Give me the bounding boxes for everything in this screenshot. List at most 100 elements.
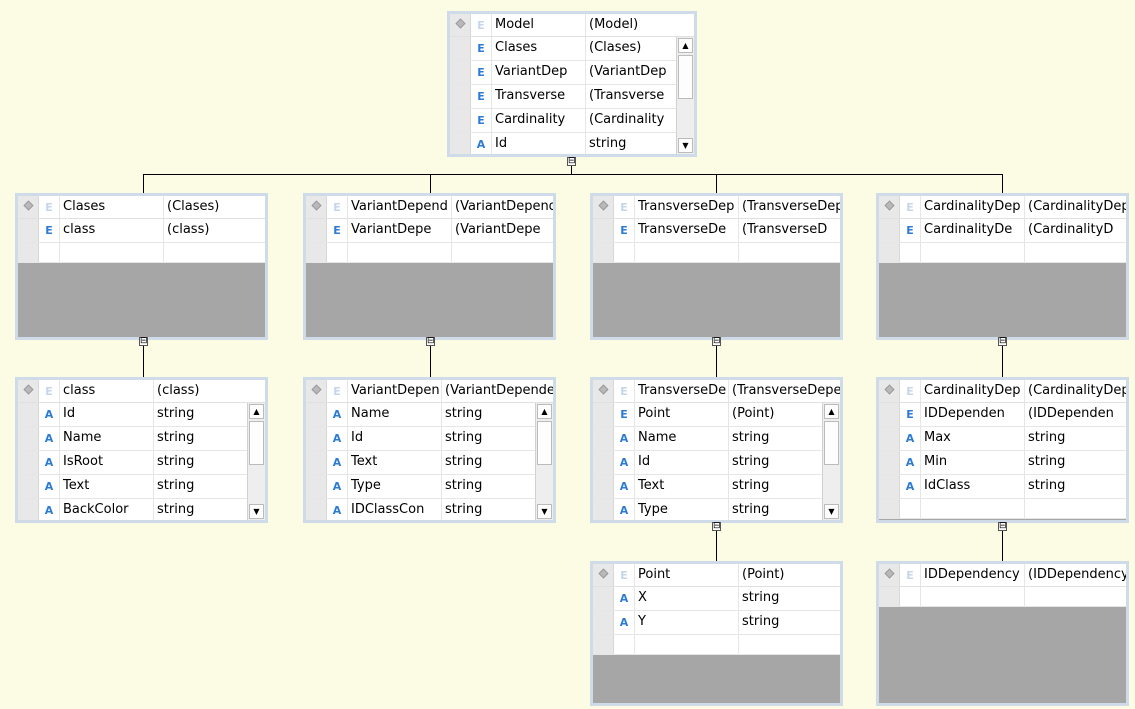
child-row-id[interactable]: A Id string xyxy=(18,403,247,427)
child-row-type[interactable]: A Type string xyxy=(306,475,535,499)
child-type[interactable]: string xyxy=(739,587,840,610)
child-name[interactable]: Cardinality xyxy=(492,109,586,132)
element-header[interactable]: E TransverseDe (TransverseDepe xyxy=(593,380,840,403)
empty-new-row[interactable] xyxy=(593,243,840,263)
row-type-cell[interactable] xyxy=(164,243,265,262)
element-type[interactable]: (VariantDepend xyxy=(452,196,553,218)
child-name[interactable]: Id xyxy=(348,427,442,450)
diamond-icon[interactable] xyxy=(22,199,34,215)
scroll-down-arrow-icon[interactable]: ▼ xyxy=(537,504,552,519)
child-type[interactable]: string xyxy=(586,133,676,154)
child-row-transversede[interactable]: E TransverseDe (TransverseD xyxy=(593,219,840,243)
collapse-toggle-icon[interactable]: ⊟ xyxy=(998,337,1007,346)
child-name[interactable]: Clases xyxy=(492,37,586,60)
child-name[interactable]: X xyxy=(635,587,739,610)
element-type[interactable]: (CardinalityDep xyxy=(1025,380,1126,402)
child-row-text[interactable]: A Text string xyxy=(593,475,822,499)
element-type[interactable]: (class) xyxy=(154,380,265,402)
child-row-y[interactable]: A Ystring xyxy=(593,611,840,635)
element-header[interactable]: E VariantDepen (VariantDepende xyxy=(306,380,553,403)
diamond-icon[interactable] xyxy=(883,383,895,399)
scroll-down-arrow-icon[interactable]: ▼ xyxy=(249,504,264,519)
child-name[interactable]: Id xyxy=(492,133,586,154)
element-box-model[interactable]: E Model (Model) E Clases (Clases) E VariantDep(… xyxy=(447,11,697,157)
child-type[interactable]: string xyxy=(154,427,247,450)
child-row-idclass[interactable]: A IdClass string xyxy=(879,475,1126,499)
element-header[interactable]: E VariantDepend (VariantDepend xyxy=(306,196,553,219)
row-name-cell[interactable] xyxy=(635,243,739,262)
child-type[interactable]: (Point) xyxy=(729,403,822,426)
diamond-icon[interactable] xyxy=(310,383,322,399)
element-header[interactable]: E Clases (Clases) xyxy=(18,196,265,219)
row-name-cell[interactable] xyxy=(60,243,164,262)
element-header[interactable]: E CardinalityDep (CardinalityDep xyxy=(879,380,1126,403)
child-name[interactable]: Name xyxy=(60,427,154,450)
child-name[interactable]: BackColor xyxy=(60,499,154,520)
diamond-icon[interactable] xyxy=(310,199,322,215)
empty-new-row[interactable] xyxy=(593,635,840,655)
child-row-id[interactable]: A Id string xyxy=(450,133,676,154)
scroll-up-arrow-icon[interactable]: ▲ xyxy=(824,404,839,419)
element-header[interactable]: E IDDependency (IDDependency xyxy=(879,564,1126,587)
child-name[interactable]: Max xyxy=(921,427,1025,450)
child-type[interactable]: (CardinalityD xyxy=(1025,219,1126,242)
scroll-up-arrow-icon[interactable]: ▲ xyxy=(249,404,264,419)
child-type[interactable]: string xyxy=(729,499,822,520)
child-name[interactable]: Type xyxy=(348,475,442,498)
child-row-name[interactable]: A Name string xyxy=(306,403,535,427)
diamond-icon[interactable] xyxy=(22,383,34,399)
empty-new-row[interactable] xyxy=(306,243,553,263)
element-box-transverse-dependency[interactable]: E TransverseDe (TransverseDepe E Point (Point… xyxy=(590,377,843,523)
child-name[interactable]: Type xyxy=(635,499,729,520)
child-type[interactable]: string xyxy=(442,427,535,450)
scroll-down-arrow-icon[interactable]: ▼ xyxy=(824,504,839,519)
child-name[interactable]: Transverse xyxy=(492,85,586,108)
vertical-scrollbar[interactable]: ▲ ▼ xyxy=(676,37,694,154)
child-row-name[interactable]: A Name string xyxy=(18,427,247,451)
child-name[interactable]: Y xyxy=(635,611,739,634)
empty-new-row[interactable] xyxy=(18,243,265,263)
element-name[interactable]: TransverseDe xyxy=(635,380,729,402)
child-type[interactable]: (IDDependen xyxy=(1025,403,1126,426)
element-box-clases[interactable]: E Clases (Clases) Eclass (class) xyxy=(15,193,268,340)
diamond-icon[interactable] xyxy=(454,17,466,33)
child-name[interactable]: VariantDep xyxy=(492,61,586,84)
child-type[interactable]: string xyxy=(729,427,822,450)
row-type-cell[interactable] xyxy=(739,243,840,262)
empty-new-row[interactable] xyxy=(879,243,1126,263)
element-box-id-dependency[interactable]: E IDDependency (IDDependency xyxy=(876,561,1129,706)
child-name[interactable]: Name xyxy=(348,403,442,426)
row-name-cell[interactable] xyxy=(921,499,1025,518)
child-type[interactable]: string xyxy=(154,475,247,498)
child-type[interactable]: string xyxy=(442,403,535,426)
child-name[interactable]: Min xyxy=(921,451,1025,474)
child-row-type[interactable]: A Type string xyxy=(593,499,822,520)
child-name[interactable]: IDDependen xyxy=(921,403,1025,426)
element-header[interactable]: E CardinalityDep (CardinalityDep xyxy=(879,196,1126,219)
child-row-variantdep[interactable]: E VariantDep (VariantDep xyxy=(450,61,676,85)
element-name[interactable]: VariantDepen xyxy=(348,380,442,402)
child-type[interactable]: (VariantDepe xyxy=(452,219,553,242)
element-header[interactable]: E Model (Model) xyxy=(450,14,694,37)
child-name[interactable]: TransverseDe xyxy=(635,219,739,242)
element-type[interactable]: (TransverseDep xyxy=(739,196,840,218)
child-row-class[interactable]: Eclass (class) xyxy=(18,219,265,243)
child-type[interactable]: string xyxy=(442,475,535,498)
child-type[interactable]: (TransverseD xyxy=(739,219,840,242)
child-row-idclasscon[interactable]: A IDClassCon string xyxy=(306,499,535,520)
row-type-cell[interactable] xyxy=(1025,243,1126,262)
element-name[interactable]: IDDependency xyxy=(921,564,1025,586)
child-name[interactable]: Point xyxy=(635,403,729,426)
element-header[interactable]: E TransverseDep (TransverseDep xyxy=(593,196,840,219)
diamond-icon[interactable] xyxy=(597,383,609,399)
child-row-id[interactable]: A Id string xyxy=(306,427,535,451)
collapse-toggle-icon[interactable]: ⊟ xyxy=(712,522,721,531)
diamond-icon[interactable] xyxy=(597,567,609,583)
child-row-text[interactable]: A Text string xyxy=(306,451,535,475)
child-type[interactable]: (Cardinality xyxy=(586,109,676,132)
row-type-cell[interactable] xyxy=(739,635,840,654)
child-type[interactable]: string xyxy=(154,451,247,474)
child-name[interactable]: IdClass xyxy=(921,475,1025,498)
row-type-cell[interactable] xyxy=(1025,499,1126,518)
element-box-transverse-dependencies[interactable]: E TransverseDep (TransverseDep E TransverseD… xyxy=(590,193,843,340)
